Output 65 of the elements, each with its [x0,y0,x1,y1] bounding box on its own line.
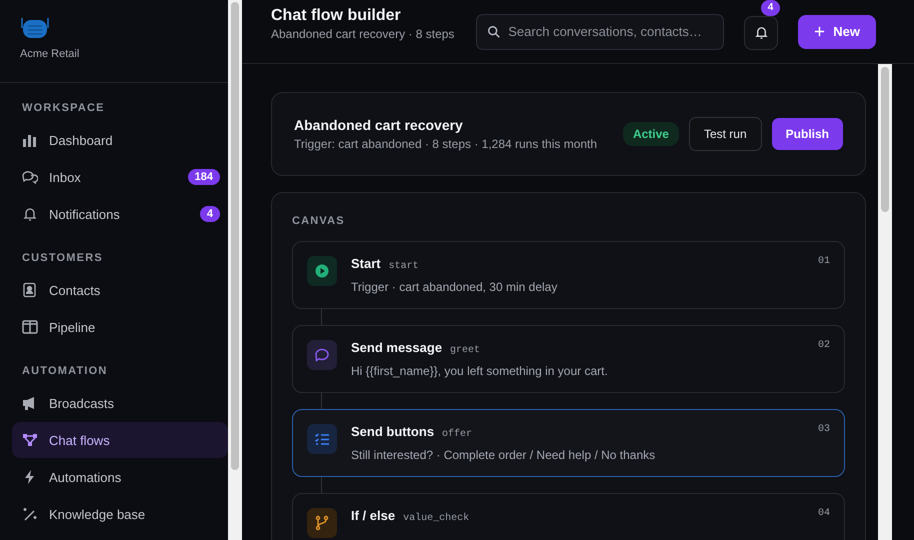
checklist-icon [314,431,330,447]
scrollbar[interactable] [878,64,892,540]
step-key: greet [450,345,480,356]
section-heading: CUSTOMERS [21,251,104,266]
sidebar-item[interactable]: Pipeline [12,309,228,345]
step-detail: Hi {{first_name}}, you left something in your cart. [351,364,609,378]
step-detail: Still interested? · Complete order / Need help / No thanks [351,448,656,462]
step-key: value_check [403,513,470,524]
sidebar-item[interactable]: Dashboard [12,122,228,158]
status-badge: Active [622,122,679,146]
flow-meta: Trigger: cart abandoned · 8 steps · 1,284 runs this month [294,137,598,151]
sidebar-item[interactable]: Inbox 184 [12,159,228,195]
flow-step-card[interactable]: Send message greet Hi {{first_name}}, you left something in your cart. 02 [292,325,845,393]
canvas-label: CANVAS [292,214,346,229]
bell-icon [22,206,38,222]
flow-step-card[interactable]: If / else value_check 04 [292,493,845,540]
flow-icon [22,432,38,448]
scrollbar-thumb[interactable] [231,2,239,470]
step-title: Send buttons [351,424,434,439]
section-heading: AUTOMATION [21,364,109,379]
new-button[interactable]: New [798,14,876,48]
step-number: 03 [818,424,830,435]
section-heading: WORKSPACE [21,101,106,116]
step-number: 01 [818,256,830,267]
search-field[interactable]: Search conversations, contacts… [476,14,724,50]
speech-bubble-icon [314,347,330,363]
chat-bubbles-icon [22,169,38,185]
sidebar-item[interactable]: Broadcasts [12,385,228,421]
test-run-button[interactable]: Test run [688,117,762,151]
scrollbar[interactable] [228,0,242,540]
step-key: offer [442,429,472,440]
count-badge: 4 [200,206,220,222]
sidebar-item[interactable]: Contacts [12,272,228,308]
sidebar-item[interactable]: Chat flows [12,422,228,458]
page-title: Chat flow builder [271,7,402,25]
contact-card-icon [22,282,38,298]
magic-wand-icon [22,506,38,522]
notification-count-badge: 4 [760,0,780,16]
step-detail: Trigger · cart abandoned, 30 min delay [351,280,558,294]
step-key: start [388,261,419,272]
play-icon [314,263,330,279]
bar-chart-icon [22,132,38,148]
columns-icon [22,319,38,335]
notifications-button[interactable] [744,16,778,50]
branch-icon [314,515,330,531]
flow-title: Abandoned cart recovery [294,117,464,133]
count-badge: 184 [188,169,220,185]
flow-step-card[interactable]: Start start Trigger · cart abandoned, 30 min delay 01 [292,241,845,309]
publish-button[interactable]: Publish [772,118,843,150]
step-title: Send message [351,340,442,355]
scrollbar-thumb[interactable] [881,67,889,212]
bell-icon [754,25,769,40]
plus-icon [814,26,826,37]
search-icon [487,24,502,38]
page-subtitle: Abandoned cart recovery · 8 steps [271,27,456,42]
org-name: Acme Retail [20,48,80,60]
step-title: If / else [351,508,396,523]
sidebar-item[interactable]: Notifications 4 [12,196,228,232]
step-title: Start [351,256,381,271]
robot-logo-icon [20,16,50,40]
sidebar-item[interactable]: Automations [12,459,228,495]
sidebar-item[interactable]: Knowledge base [12,496,228,532]
step-number: 04 [818,508,830,519]
step-number: 02 [818,340,830,351]
flow-step-card[interactable]: Send buttons offer Still interested? · Complete order / Need help / No thanks 03 [292,409,845,477]
